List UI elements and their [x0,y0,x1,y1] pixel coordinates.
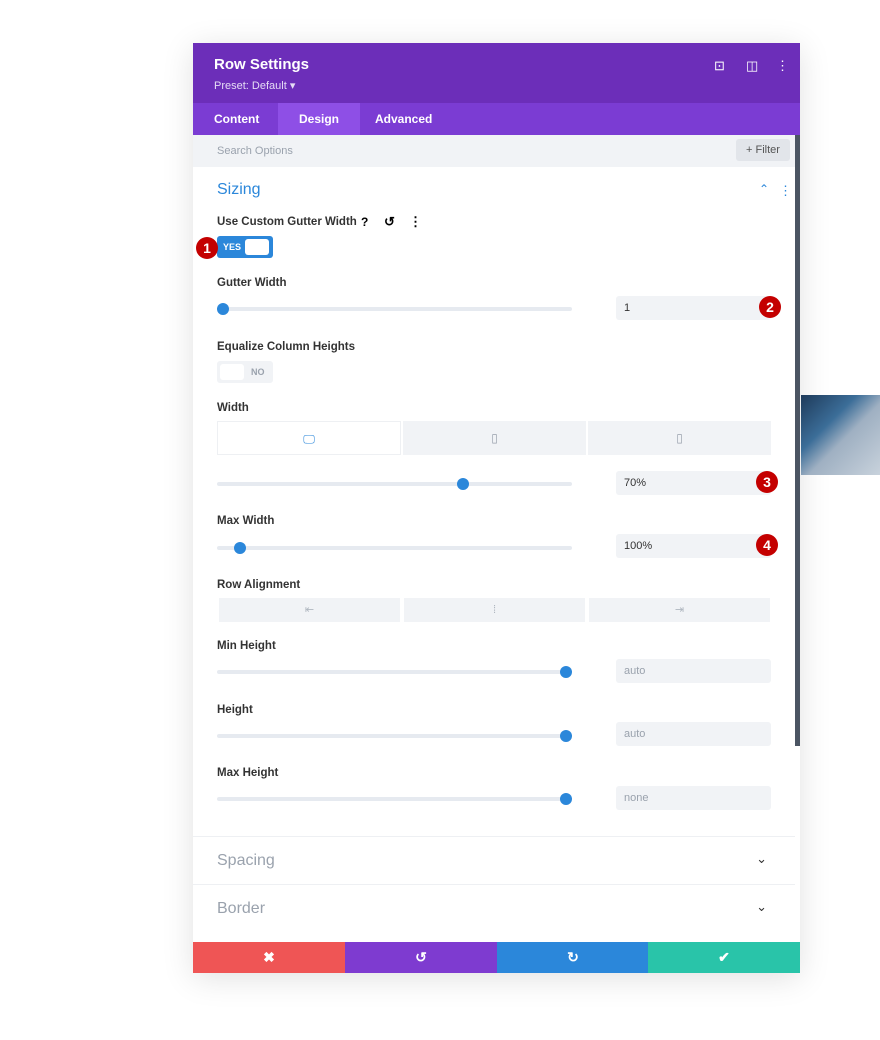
align-left-button[interactable]: ⇤ [219,598,400,622]
align-left-icon: ⇤ [304,604,315,616]
chevron-up-icon[interactable]: ⌃ [759,182,769,196]
cancel-button[interactable]: ✖ [193,942,345,973]
gutter-width-slider[interactable] [217,303,572,315]
more-options-icon[interactable]: ⋮ [776,58,789,74]
width-input[interactable]: 70% [616,471,771,495]
width-slider[interactable] [217,478,572,490]
gutter-toggle[interactable]: YES [217,236,273,258]
save-button[interactable]: ✔ [648,942,800,973]
preset-dropdown[interactable]: Preset: Default ▾ [214,79,295,92]
max-height-input[interactable]: none [616,786,771,810]
desktop-device-tab[interactable]: 🖵 [217,421,401,455]
tab-bar: Content Design Advanced [193,103,800,135]
height-input[interactable]: auto [616,722,771,746]
desktop-icon: 🖵 [303,432,315,446]
slider-knob[interactable] [457,478,470,490]
max-height-slider[interactable] [217,793,572,805]
modal-header: Row Settings Preset: Default ▾ ⊡ ◫ ⋮ [193,43,800,103]
align-right-button[interactable]: ⇥ [589,598,770,622]
equalize-label: Equalize Column Heights [217,341,356,353]
border-section[interactable]: Border ⌄ [193,884,795,932]
max-width-label: Max Width [217,515,275,527]
search-bar: Search Options + Filter [193,135,795,167]
tab-content[interactable]: Content [193,103,280,135]
spacing-section[interactable]: Spacing ⌄ [193,836,795,884]
slider-knob[interactable] [234,542,247,554]
align-center-icon: ⁞ [492,604,497,616]
help-icon[interactable]: ? [361,215,368,229]
min-height-slider[interactable] [217,666,572,678]
slider-knob[interactable] [217,303,229,315]
tablet-device-tab[interactable]: ▯ [403,421,586,455]
redo-button[interactable]: ↻ [497,942,649,973]
filter-button[interactable]: + Filter [736,139,790,161]
chevron-down-icon: ⌄ [756,899,767,914]
align-right-icon: ⇥ [674,604,685,616]
background-image [801,395,880,475]
sizing-section-title[interactable]: Sizing [217,181,261,199]
toggle-knob [220,364,244,380]
gutter-width-input[interactable]: 1 [616,296,771,320]
check-icon: ✔ [718,949,730,965]
min-height-label: Min Height [217,640,276,652]
max-height-label: Max Height [217,767,279,779]
section-menu-icon[interactable]: ⋮ [779,183,792,199]
max-width-input[interactable]: 100% [616,534,771,558]
tab-design[interactable]: Design [278,103,361,135]
annotation-badge-4: 4 [756,534,778,556]
toggle-knob [245,239,269,255]
row-settings-modal: Row Settings Preset: Default ▾ ⊡ ◫ ⋮ Con… [193,43,800,973]
chevron-down-icon: ⌄ [756,851,767,866]
min-height-input[interactable]: auto [616,659,771,683]
tablet-icon: ▯ [491,431,498,445]
width-label: Width [217,402,249,414]
max-width-slider[interactable] [217,542,572,554]
gutter-toggle-label: Use Custom Gutter Width [217,216,357,228]
close-icon: ✖ [263,949,275,965]
sidebar-toggle-icon[interactable]: ◫ [746,58,758,74]
slider-knob[interactable] [560,793,572,805]
phone-icon: ▯ [676,431,683,445]
redo-icon: ↻ [567,949,579,965]
annotation-badge-2: 2 [759,296,781,318]
options-icon[interactable]: ⋮ [409,214,422,230]
focus-icon[interactable]: ⊡ [714,58,725,74]
border-section-title: Border [217,900,266,917]
reset-icon[interactable]: ↺ [384,214,395,230]
gutter-width-label: Gutter Width [217,277,287,289]
equalize-toggle[interactable]: NO [217,361,273,383]
undo-icon: ↺ [415,949,427,965]
annotation-badge-3: 3 [756,471,778,493]
slider-knob[interactable] [560,730,572,742]
tab-advanced[interactable]: Advanced [354,103,453,135]
row-alignment-label: Row Alignment [217,579,301,591]
align-center-button[interactable]: ⁞ [404,598,585,622]
toggle-state: YES [223,242,242,252]
toggle-state: NO [251,367,265,377]
spacing-section-title: Spacing [217,852,275,869]
height-slider[interactable] [217,730,572,742]
slider-knob[interactable] [560,666,572,678]
phone-device-tab[interactable]: ▯ [588,421,771,455]
undo-button[interactable]: ↺ [345,942,497,973]
modal-title: Row Settings [214,56,310,73]
search-input[interactable]: Search Options [217,145,293,157]
height-label: Height [217,704,253,716]
annotation-badge-1: 1 [196,237,218,259]
scrollbar[interactable] [795,135,800,746]
